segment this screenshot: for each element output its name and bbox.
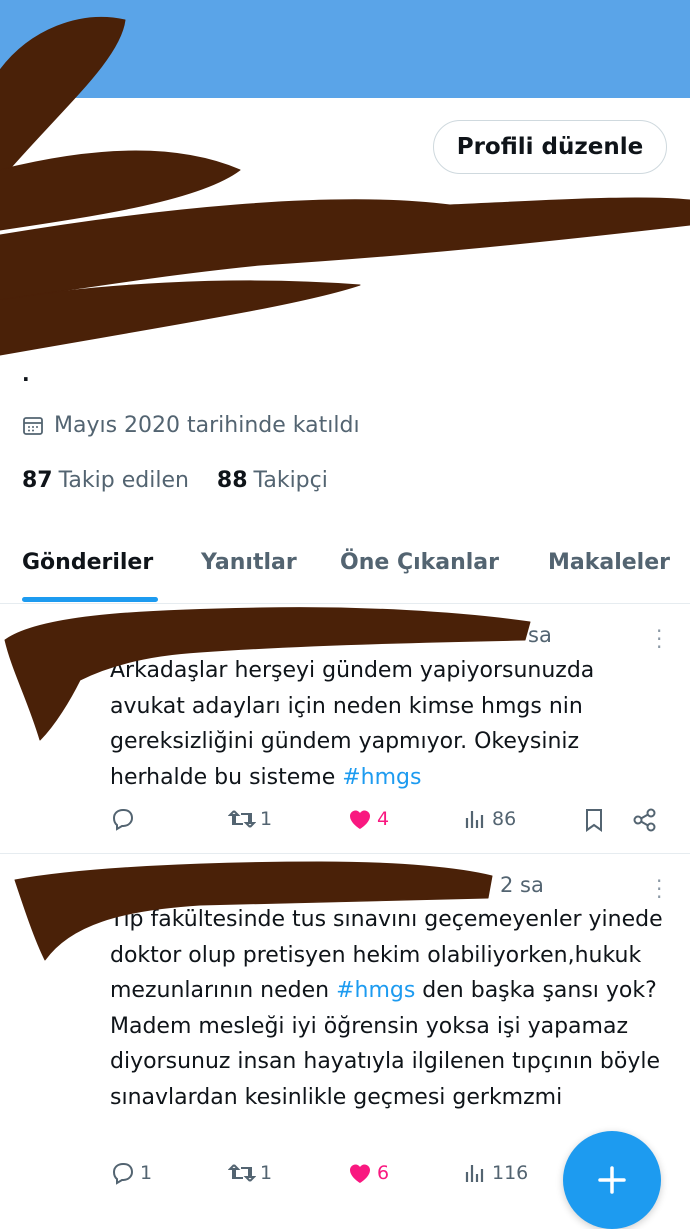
following-count: 87 <box>22 468 53 493</box>
views-button[interactable]: 116 <box>464 1161 528 1185</box>
tweet-text: Tıp fakültesinde tus sınavını geçemeyenl… <box>110 902 670 1115</box>
tweet-text: Arkadaşlar herşeyi gündem yapiyorsunuzda… <box>110 653 670 795</box>
views-count: 86 <box>492 808 517 830</box>
following-link[interactable]: 87 Takip edilen <box>22 468 189 493</box>
heart-icon <box>350 1164 370 1183</box>
tweet[interactable]: sa · · · Arkadaşlar herşeyi gündem yapiyor… <box>0 605 690 854</box>
calendar-icon <box>23 416 43 435</box>
edit-profile-button[interactable]: Profili düzenle <box>433 120 667 174</box>
share-button[interactable] <box>632 807 662 833</box>
like-count: 4 <box>377 808 390 830</box>
repost-icon <box>228 810 256 828</box>
more-icon[interactable]: · · · <box>656 871 662 907</box>
bio-text: . <box>22 362 30 386</box>
like-button[interactable]: 4 <box>347 807 389 831</box>
tab-articles[interactable]: Makaleler <box>548 550 670 575</box>
followers-label: Takipçi <box>253 468 328 493</box>
reply-icon <box>112 1163 134 1185</box>
tab-replies[interactable]: Yanıtlar <box>201 550 297 575</box>
active-tab-indicator <box>22 597 158 602</box>
compose-button[interactable] <box>563 1131 661 1229</box>
profile-banner[interactable] <box>0 0 690 98</box>
reply-icon <box>112 809 134 831</box>
tweet-time: sa <box>528 623 552 647</box>
views-button[interactable]: 86 <box>464 807 516 831</box>
repost-button[interactable]: 1 <box>228 1161 272 1185</box>
views-count: 116 <box>492 1162 529 1184</box>
reply-button[interactable]: 1 <box>110 1161 152 1185</box>
reply-button[interactable] <box>110 807 140 831</box>
followers-count: 88 <box>216 468 248 493</box>
tab-posts[interactable]: Gönderiler <box>22 550 153 575</box>
following-label: Takip edilen <box>58 468 189 493</box>
followers-link[interactable]: 88 Takipçi <box>217 468 328 493</box>
bookmark-icon <box>586 809 602 832</box>
like-button[interactable]: 6 <box>347 1161 389 1185</box>
joined-label: Mayıs 2020 tarihinde katıldı <box>54 413 360 438</box>
follow-stats: 87 Takip edilen 88 Takipçi <box>22 468 328 493</box>
tab-highlights[interactable]: Öne Çıkanlar <box>340 550 499 575</box>
plus-icon <box>598 1166 626 1194</box>
hashtag-link[interactable]: #hmgs <box>342 765 421 790</box>
more-icon[interactable]: · · · <box>656 621 662 657</box>
heart-icon <box>350 810 370 829</box>
tweet-time: 2 sa <box>500 873 544 897</box>
repost-button[interactable]: 1 <box>228 807 272 831</box>
views-icon <box>465 811 484 828</box>
joined-date: Mayıs 2020 tarihinde katıldı <box>22 413 360 438</box>
repost-count: 1 <box>260 1162 273 1184</box>
hashtag-link[interactable]: #hmgs <box>336 978 415 1003</box>
views-icon <box>465 1165 484 1182</box>
repost-count: 1 <box>260 808 273 830</box>
bookmark-button[interactable] <box>583 807 609 833</box>
share-icon <box>633 808 656 832</box>
reply-count: 1 <box>140 1162 153 1184</box>
profile-tabs: Gönderiler Yanıtlar Öne Çıkanlar Makalel… <box>0 545 690 604</box>
tweet-actions: 1 4 86 <box>0 807 690 841</box>
like-count: 6 <box>377 1162 390 1184</box>
repost-icon <box>228 1164 256 1182</box>
